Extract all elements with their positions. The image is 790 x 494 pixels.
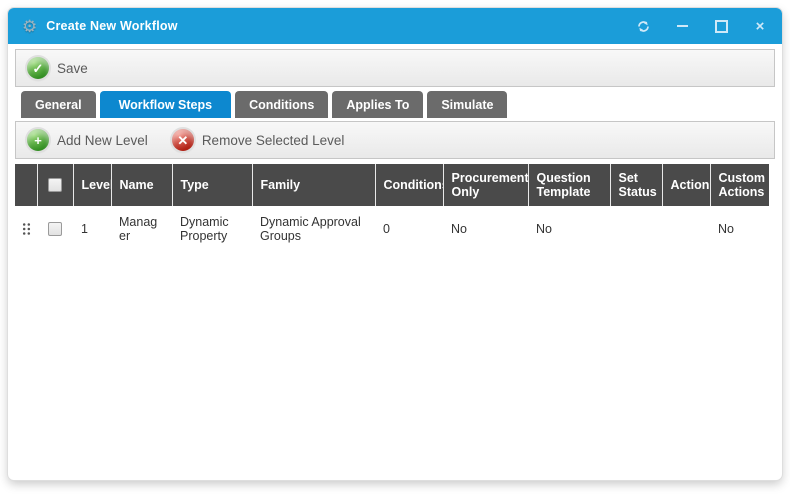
dialog-content: ✓ Save General Workflow Steps Conditions… — [8, 44, 782, 252]
column-question-template: Question Template — [528, 164, 610, 206]
cell-question-template: No — [528, 206, 610, 252]
cell-type: Dynamic Property — [172, 206, 252, 252]
table-row: 1 Manager Dynamic Property Dynamic Appro… — [15, 206, 769, 252]
tab-simulate[interactable]: Simulate — [427, 91, 507, 118]
drag-handle-icon[interactable] — [17, 222, 35, 236]
column-family: Family — [252, 164, 375, 206]
column-set-status: Set Status — [610, 164, 662, 206]
remove-selected-level-button[interactable]: ✕ Remove Selected Level — [168, 127, 349, 153]
table-header-row: Level Name Type Family Conditions Procur… — [15, 164, 769, 206]
column-conditions: Conditions — [375, 164, 443, 206]
minimize-button[interactable] — [674, 18, 690, 34]
column-level: Level — [73, 164, 111, 206]
x-circle-icon: ✕ — [172, 129, 194, 151]
tab-strip: General Workflow Steps Conditions Applie… — [21, 91, 775, 118]
add-new-level-label: Add New Level — [57, 133, 148, 148]
cell-conditions: 0 — [375, 206, 443, 252]
row-select-cell — [37, 206, 73, 252]
remove-selected-level-label: Remove Selected Level — [202, 133, 345, 148]
column-custom-actions: Custom Actions — [710, 164, 769, 206]
window-controls: × — [635, 18, 768, 34]
cell-family: Dynamic Approval Groups — [252, 206, 375, 252]
row-checkbox[interactable] — [48, 222, 62, 236]
cell-procurement-only: No — [443, 206, 528, 252]
titlebar: ⚙ Create New Workflow × — [8, 8, 782, 44]
column-drag — [15, 164, 37, 206]
column-name: Name — [111, 164, 172, 206]
gear-icon: ⚙ — [22, 18, 37, 35]
add-new-level-button[interactable]: + Add New Level — [23, 127, 152, 153]
window-title: Create New Workflow — [46, 19, 177, 33]
select-all-checkbox[interactable] — [48, 178, 62, 192]
create-new-workflow-dialog: ⚙ Create New Workflow × ✓ Save — [8, 8, 782, 480]
column-select-all — [37, 164, 73, 206]
tab-applies-to[interactable]: Applies To — [332, 91, 423, 118]
save-button[interactable]: ✓ Save — [23, 55, 92, 81]
level-toolbar: + Add New Level ✕ Remove Selected Level — [15, 121, 775, 159]
refresh-icon[interactable] — [635, 18, 651, 34]
save-toolbar: ✓ Save — [15, 49, 775, 87]
maximize-button[interactable] — [713, 18, 729, 34]
tab-general[interactable]: General — [21, 91, 96, 118]
cell-level: 1 — [73, 206, 111, 252]
column-procurement-only: Procurement Only — [443, 164, 528, 206]
save-button-label: Save — [57, 61, 88, 76]
tab-conditions[interactable]: Conditions — [235, 91, 328, 118]
cell-custom-actions: No — [710, 206, 769, 252]
column-action: Action — [662, 164, 710, 206]
check-circle-icon: ✓ — [27, 57, 49, 79]
workflow-steps-table: Level Name Type Family Conditions Procur… — [15, 164, 769, 252]
cell-action — [662, 206, 710, 252]
column-type: Type — [172, 164, 252, 206]
close-button[interactable]: × — [752, 18, 768, 34]
plus-circle-icon: + — [27, 129, 49, 151]
tab-workflow-steps[interactable]: Workflow Steps — [100, 91, 232, 118]
cell-name: Manager — [111, 206, 172, 252]
row-drag-cell — [15, 206, 37, 252]
cell-set-status — [610, 206, 662, 252]
